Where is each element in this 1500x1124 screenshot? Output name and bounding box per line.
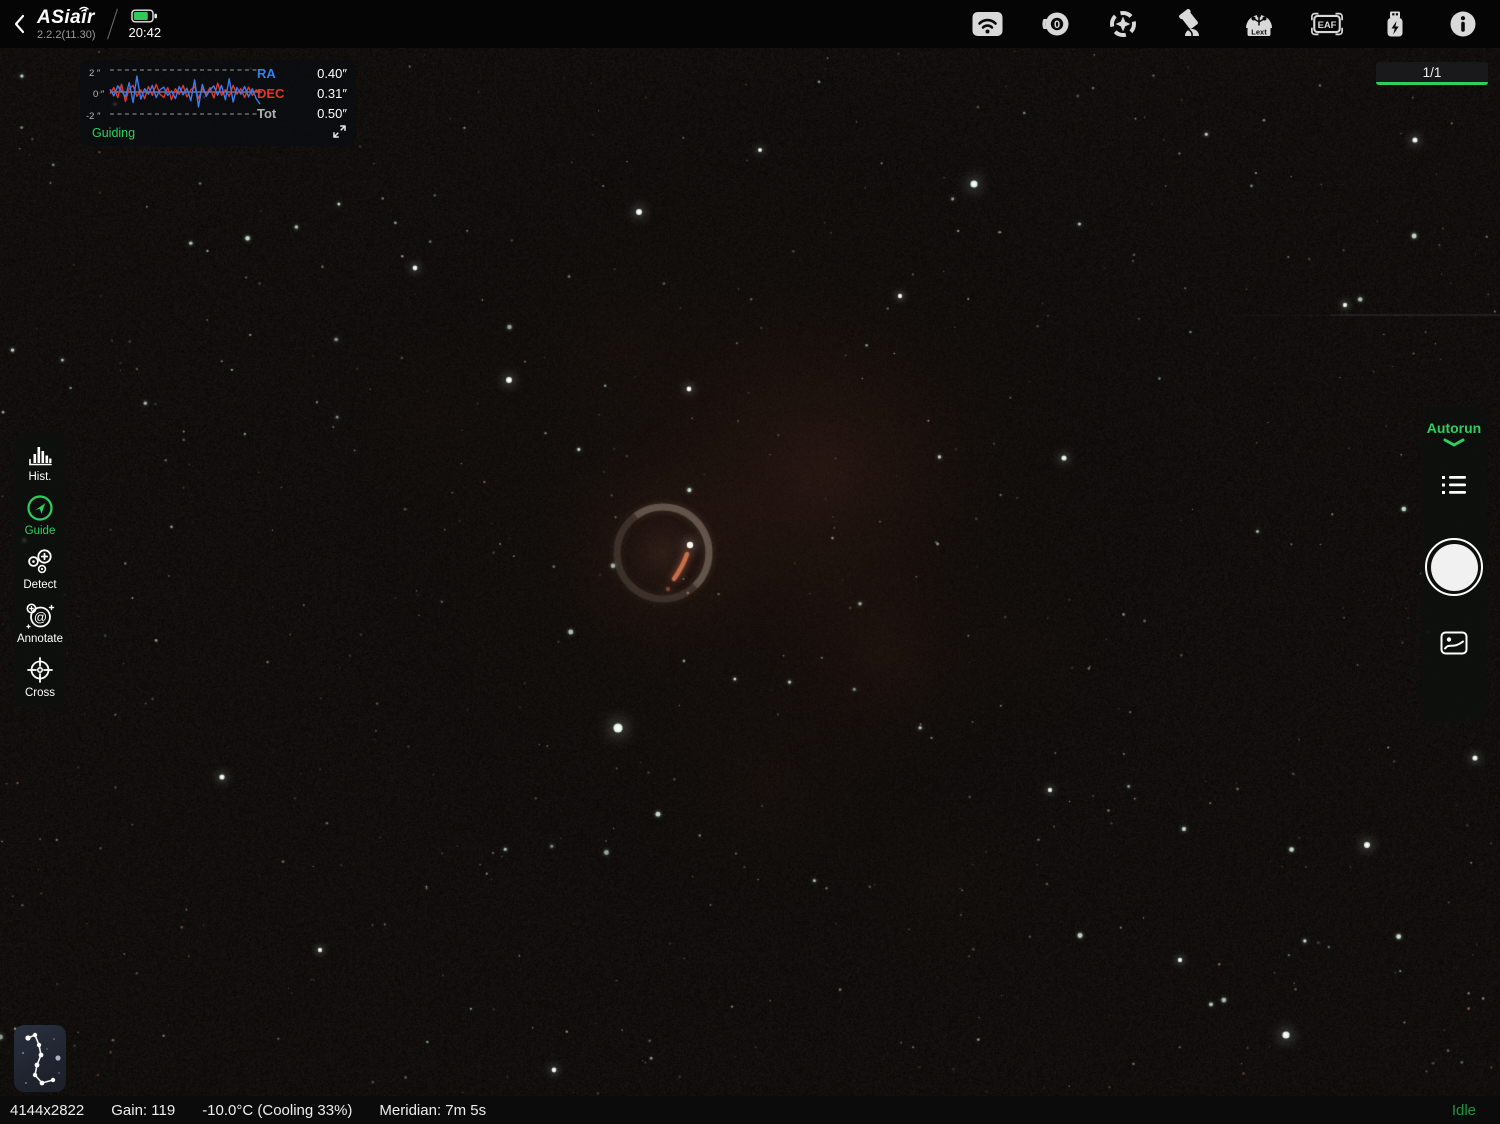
chevron-left-icon: [14, 14, 25, 34]
guiding-graph-panel[interactable]: 2 ″ 0 ″ -2 ″ RA 0.40″ DEC 0.31″ Tot 0.50…: [80, 60, 356, 146]
focuser-eaf-icon[interactable]: EAF: [1310, 7, 1344, 41]
starfield-image: [0, 48, 1500, 1096]
resolution-label: 4144x2822: [10, 1102, 84, 1119]
guide-stat-ra: RA 0.40″: [257, 67, 347, 80]
svg-text:@: @: [34, 610, 47, 625]
tool-histogram[interactable]: Hist.: [27, 442, 54, 483]
shutter-button[interactable]: [1425, 538, 1483, 596]
annotate-icon: @: [25, 602, 55, 630]
sequence-list-button[interactable]: [1439, 473, 1469, 502]
detect-stars-icon: [26, 548, 54, 576]
guide-stats: RA 0.40″ DEC 0.31″ Tot 0.50″: [257, 67, 347, 120]
svg-text:EAF: EAF: [1318, 20, 1337, 31]
guide-trace-chart: [106, 66, 264, 118]
battery-icon: [131, 9, 158, 23]
app-version: 2.2.2(11.30): [37, 30, 96, 41]
meridian-label: Meridian: 7m 5s: [379, 1102, 486, 1119]
usb-power-icon[interactable]: [1378, 7, 1412, 41]
tool-guide[interactable]: Guide: [25, 494, 56, 537]
svg-text:Lext: Lext: [1251, 28, 1267, 37]
cooling-label: -10.0°C (Cooling 33%): [202, 1102, 352, 1119]
tool-cross[interactable]: Cross: [25, 656, 55, 699]
app-logo: ASiair: [37, 8, 96, 27]
crosshair-icon: [26, 656, 54, 684]
main-camera-icon[interactable]: 0: [1038, 7, 1072, 41]
device-icons: 0: [970, 7, 1486, 41]
divider: [107, 9, 118, 40]
tool-annotate[interactable]: @ Annotate: [17, 602, 63, 645]
guide-camera-dome-icon[interactable]: Lext: [1242, 7, 1276, 41]
wifi-station-icon[interactable]: [970, 7, 1004, 41]
gallery-button[interactable]: [1439, 630, 1469, 661]
guide-arrow-icon: [26, 494, 54, 522]
clock: 20:42: [129, 26, 162, 39]
asiair-app: ASiair 2.2.2(11.30) 20:42: [0, 0, 1500, 1124]
sky-atlas-button[interactable]: [14, 1025, 66, 1092]
tool-detect[interactable]: Detect: [23, 548, 56, 591]
guide-scope-icon[interactable]: [1106, 7, 1140, 41]
logo-wifi-icon: [78, 4, 90, 13]
frame-counter: 1/1: [1376, 62, 1488, 85]
gain-label: Gain: 119: [111, 1102, 175, 1119]
back-button[interactable]: [14, 14, 25, 34]
chevron-down-icon: [1442, 438, 1466, 447]
list-icon: [1439, 473, 1469, 497]
guiding-status-label: Guiding: [92, 126, 135, 140]
gallery-icon: [1439, 630, 1469, 656]
expand-icon[interactable]: [332, 124, 347, 139]
shutter-inner: [1431, 544, 1478, 591]
mount-icon[interactable]: [1174, 7, 1208, 41]
mode-selector-autorun[interactable]: Autorun: [1427, 420, 1481, 447]
constellation-icon: [14, 1025, 66, 1092]
frame-counter-progress: [1376, 82, 1488, 85]
guide-stat-tot: Tot 0.50″: [257, 107, 347, 120]
guide-stat-dec: DEC 0.31″: [257, 87, 347, 100]
left-toolbar: Hist. Guide Detect @: [14, 433, 66, 707]
image-viewer[interactable]: [0, 48, 1500, 1096]
info-icon[interactable]: [1446, 7, 1480, 41]
right-toolbar: Autorun: [1421, 407, 1487, 722]
camera-state-label: Idle: [1452, 1102, 1476, 1119]
top-bar: ASiair 2.2.2(11.30) 20:42: [0, 0, 1500, 48]
status-bar: 4144x2822 Gain: 119 -10.0°C (Cooling 33%…: [0, 1096, 1500, 1124]
histogram-icon: [27, 442, 54, 468]
svg-text:0: 0: [1054, 19, 1060, 31]
